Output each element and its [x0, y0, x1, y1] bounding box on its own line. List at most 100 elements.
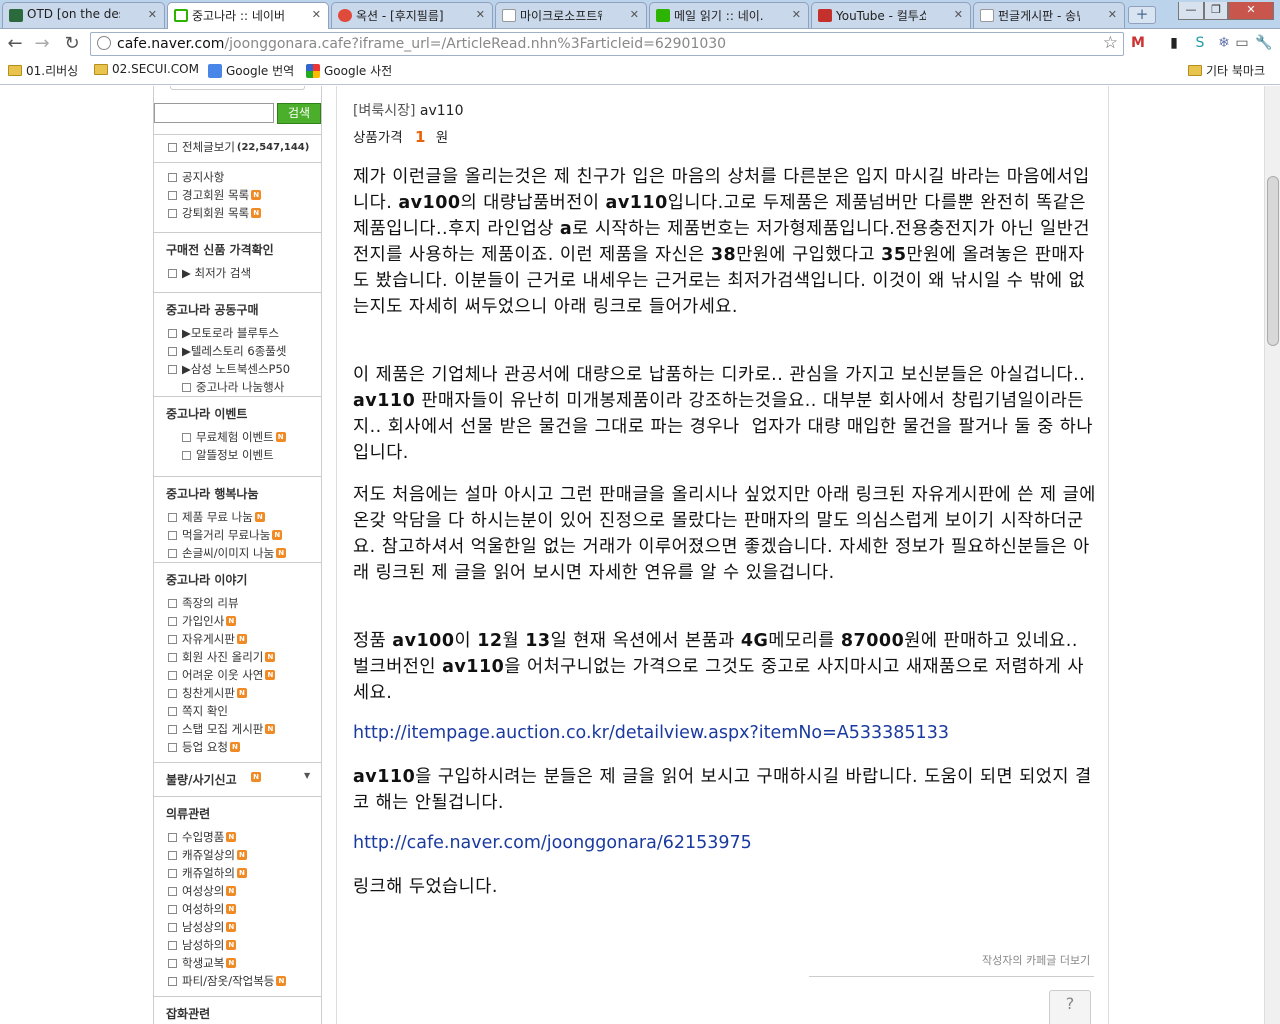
sidebar-menu-item[interactable]: 어려운 이웃 사연 N: [168, 667, 276, 683]
tab-microsoftware[interactable]: 마이크로소프트웨어 ✕: [495, 2, 647, 28]
new-badge-icon: N: [251, 190, 262, 200]
tab-youtube[interactable]: YouTube - 컬투쇼... ✕: [811, 2, 971, 28]
close-icon[interactable]: ✕: [792, 8, 801, 21]
board-icon: [168, 142, 177, 152]
sidebar-menu-item[interactable]: 스탭 모집 게시판 N: [168, 721, 276, 737]
sidebar-menu-item[interactable]: ▶모토로라 블루투스: [168, 325, 279, 341]
close-icon[interactable]: ✕: [1108, 8, 1117, 21]
tab-bar: OTD [on the desk] ✕ 중고나라 :: 네이버... ✕ 옥션 …: [0, 0, 1280, 29]
network-extension-icon[interactable]: ❄: [1214, 33, 1234, 53]
sidebar-menu-item[interactable]: ▶삼성 노트북센스P50: [168, 361, 290, 377]
sidebar-menu-item[interactable]: 칭찬게시판 N: [168, 685, 247, 701]
back-arrow-icon[interactable]: ←: [4, 33, 26, 55]
new-tab-button[interactable]: +: [1128, 6, 1156, 24]
author-more-posts-link[interactable]: 작성자의 카페글 더보기: [982, 952, 1090, 968]
sidebar-menu-item[interactable]: 제품 무료 나눔 N: [168, 509, 265, 525]
sidebar-menu-item[interactable]: 수입명품 N: [168, 829, 237, 845]
sidebar-menu-item[interactable]: 파티/잠옷/작업복등 N: [168, 973, 287, 989]
bookmark-google-dictionary[interactable]: Google 사전: [306, 62, 392, 79]
sidebar-menu-item[interactable]: 쪽지 확인: [168, 703, 228, 719]
tab-title: 메일 읽기 :: 네이...: [674, 9, 764, 23]
article-content: [벼룩시장] av110 상품가격 1 원 제가 이런글을 올리는것은 제 친구…: [336, 86, 1109, 1024]
sidebar-section: 의류관련 수입명품 N 캐쥬얼상의 N 캐쥬얼하의 N 여성상의 N 여성하의 N 남성상의 N 남성하의…: [154, 796, 321, 988]
page-scrollbar[interactable]: [1264, 86, 1280, 1024]
bookmark-folder-secui[interactable]: 02.SECUI.COM: [94, 62, 199, 76]
sidebar-menu-item[interactable]: 강퇴회원 목록 N: [168, 205, 262, 221]
sidebar-menu-item[interactable]: 공지사항: [168, 169, 224, 185]
sidebar-menu-item[interactable]: 자유게시판 N: [168, 631, 247, 647]
scrap-icon[interactable]: ?: [1049, 990, 1091, 1024]
forward-arrow-icon[interactable]: →: [31, 33, 53, 55]
close-icon[interactable]: ✕: [148, 8, 157, 21]
close-icon[interactable]: ✕: [954, 8, 963, 21]
sidebar-menu-item[interactable]: 등업 요청 N: [168, 739, 240, 755]
sidebar-menu-item[interactable]: 학생교복 N: [168, 955, 237, 971]
sidebar-item-label: 스탭 모집 게시판: [182, 722, 264, 736]
article-paragraph-4: 정품 av100이 12월 13일 현재 옥션에서 본품과 4G메모리를 870…: [353, 631, 1085, 703]
sidebar-menu-item[interactable]: 족장의 리뷰: [168, 595, 239, 611]
sidebar-section: 중고나라 이야기 족장의 리뷰 가입인사 N 자유게시판 N 회원 사진 올리기 N 어려운 이…: [154, 562, 321, 754]
sidebar-menu-item[interactable]: 알뜰정보 이벤트: [182, 447, 274, 463]
sidebar-menu-item[interactable]: 먹을거리 무료나눔 N: [168, 527, 283, 543]
cafe-post-link[interactable]: http://cafe.naver.com/joonggonara/621539…: [353, 833, 752, 853]
cafe-search-button[interactable]: 검색: [277, 103, 321, 124]
tab-fungle[interactable]: 펀글게시판 - 송년... ✕: [973, 2, 1125, 28]
bookmark-folder-reversing[interactable]: 01.리버싱: [8, 62, 78, 79]
sidebar-item-label: 등업 요청: [182, 740, 228, 754]
board-icon: [168, 832, 177, 842]
board-icon: [182, 382, 191, 392]
wrench-icon[interactable]: 🔧: [1254, 33, 1274, 53]
sidebar-menu-item[interactable]: 남성상의 N: [168, 919, 237, 935]
sidebar-item-label: 자유게시판: [182, 632, 235, 646]
sidebar-menu-item[interactable]: 무료체험 이벤트 N: [182, 429, 286, 445]
sidebar-menu-item[interactable]: 손글씨/이미지 나눔 N: [168, 545, 287, 561]
sidebar-item-label: 쪽지 확인: [182, 704, 228, 718]
page-icon: [502, 9, 516, 22]
tab-auction[interactable]: 옥션 - [후지필름] ... ✕: [331, 2, 493, 28]
chevron-down-icon[interactable]: ▼: [304, 771, 310, 780]
sidebar-menu-item[interactable]: 가입인사 N: [168, 613, 237, 629]
new-badge-icon: N: [226, 886, 237, 896]
close-icon[interactable]: ✕: [630, 8, 639, 21]
close-icon[interactable]: ✕: [312, 8, 321, 21]
board-icon: [168, 670, 177, 680]
bookmark-star-icon[interactable]: ☆: [1103, 33, 1118, 53]
bookmark-folder-other[interactable]: 기타 북마크: [1188, 62, 1265, 79]
sidebar-menu-item[interactable]: 캐쥬얼상의 N: [168, 847, 247, 863]
sidebar-menu-item[interactable]: 중고나라 나눔행사: [182, 379, 284, 395]
tab-mail[interactable]: 메일 읽기 :: 네이... ✕: [649, 2, 809, 28]
mail-icon: [656, 9, 670, 22]
sidebar-menu-item[interactable]: 여성하의 N: [168, 901, 237, 917]
address-bar[interactable]: cafe.naver.com/joonggonara.cafe?iframe_u…: [90, 32, 1124, 56]
phone-extension-icon[interactable]: ▮: [1164, 33, 1184, 53]
close-icon[interactable]: ✕: [476, 8, 485, 21]
auction-item-link[interactable]: http://itempage.auction.co.kr/detailview…: [353, 723, 949, 743]
sidebar-item-label: ▶모토로라 블루투스: [182, 326, 280, 340]
tab-naver-cafe[interactable]: 중고나라 :: 네이버... ✕: [167, 2, 329, 29]
new-badge-icon: N: [226, 958, 237, 968]
page-menu-icon[interactable]: ▭: [1232, 33, 1252, 53]
sidebar-menu-item[interactable]: ▶ 최저가 검색: [168, 265, 251, 281]
sidebar-menu-item[interactable]: 경고회원 목록 N: [168, 187, 262, 203]
sidebar-top-button-edge: [170, 86, 305, 90]
board-icon: [168, 328, 177, 338]
skype-extension-icon[interactable]: S: [1190, 33, 1210, 53]
sidebar-menu-item[interactable]: 남성하의 N: [168, 937, 237, 953]
cafe-search-input[interactable]: [154, 103, 274, 123]
reload-icon[interactable]: ↻: [61, 33, 83, 55]
sidebar-item-all-posts[interactable]: 전체글보기 (22,547,144): [168, 139, 309, 155]
maximize-icon[interactable]: ❐: [1204, 2, 1228, 20]
sidebar-menu-item[interactable]: 회원 사진 올리기 N: [168, 649, 276, 665]
sidebar-menu-item[interactable]: 캐쥬얼하의 N: [168, 865, 247, 881]
gmail-extension-icon[interactable]: M: [1128, 33, 1148, 53]
address-url: cafe.naver.com/joonggonara.cafe?iframe_u…: [117, 36, 726, 52]
tab-otd[interactable]: OTD [on the desk] ✕: [2, 2, 165, 28]
sidebar-menu-item[interactable]: ▶텔레스토리 6종풀셋: [168, 343, 286, 359]
sidebar-menu-item[interactable]: 여성상의 N: [168, 883, 237, 899]
sidebar-section-title[interactable]: 불량/사기신고: [166, 771, 237, 788]
window-close-icon[interactable]: ✕: [1228, 2, 1274, 20]
board-icon: [182, 450, 191, 460]
scrollbar-thumb[interactable]: [1267, 176, 1279, 346]
minimize-icon[interactable]: —: [1178, 2, 1204, 20]
bookmark-google-translate[interactable]: Google 번역: [208, 62, 294, 79]
